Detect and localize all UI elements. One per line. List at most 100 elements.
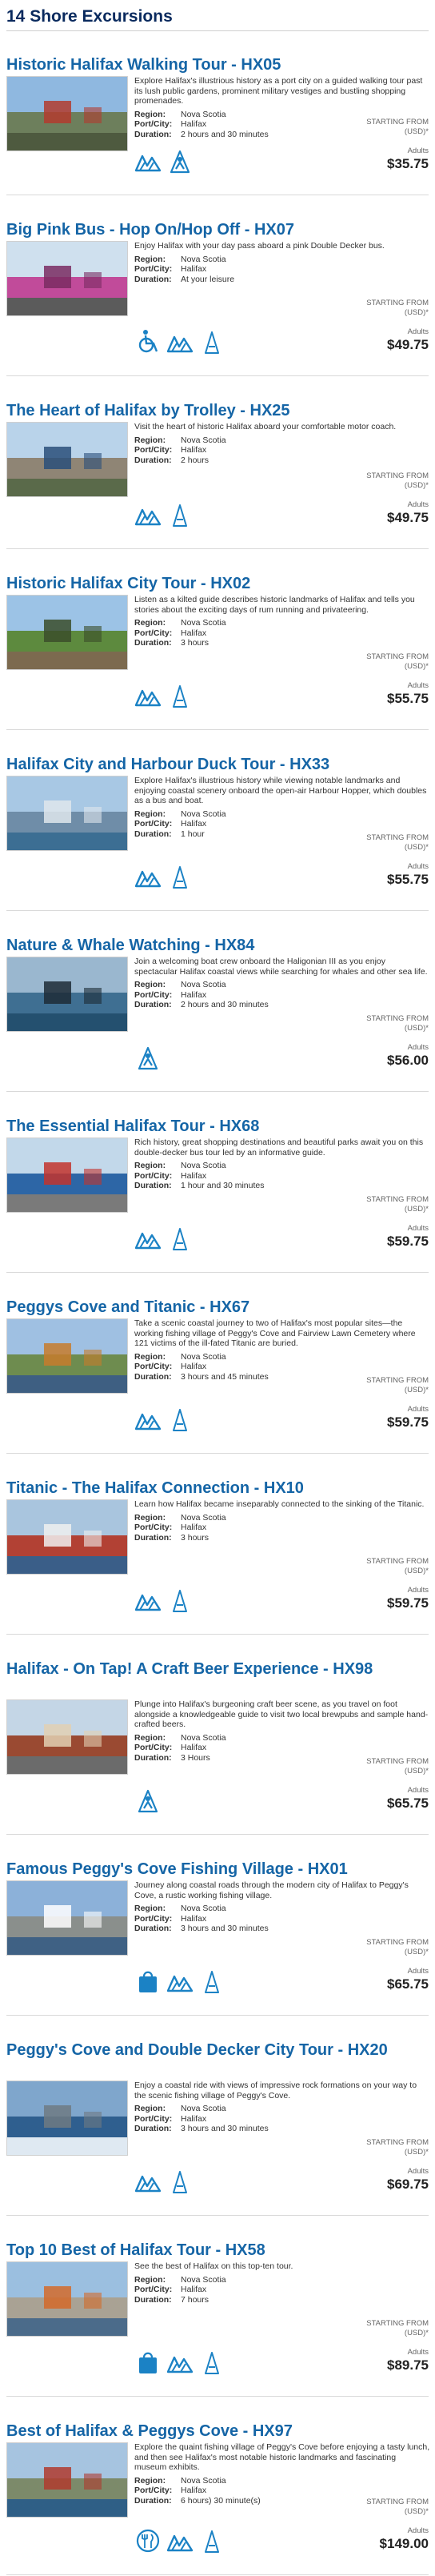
tour-title-link[interactable]: Peggy's Cove and Double Decker City Tour… xyxy=(6,2040,422,2060)
tour-title-link[interactable]: Halifax - On Tap! A Craft Beer Experienc… xyxy=(6,1659,422,1679)
tour-thumbnail[interactable] xyxy=(6,2261,128,2337)
meta-value-duration: 3 hours and 45 minutes xyxy=(181,1371,269,1382)
tour-card: Historic Halifax City Tour - HX02 Listen … xyxy=(0,550,435,731)
meta-row-duration: Duration: 2 hours xyxy=(134,455,430,466)
meta-label-duration: Duration: xyxy=(134,2495,172,2506)
meta-label-region: Region: xyxy=(134,1351,166,1362)
meta-value-region: Nova Scotia xyxy=(181,109,226,119)
meta-row-region: Region: Nova Scotia xyxy=(134,980,430,990)
currency-label: (USD)* xyxy=(404,1024,429,1033)
tour-title-link[interactable]: Famous Peggy's Cove Fishing Village - HX… xyxy=(6,1860,422,1879)
tour-title-link[interactable]: The Heart of Halifax by Trolley - HX25 xyxy=(6,401,422,420)
tour-body: Journey along coastal roads through the … xyxy=(6,1880,429,2012)
currency-label: (USD)* xyxy=(404,2507,429,2516)
adults-label: Adults xyxy=(407,1043,429,1052)
tour-info: Learn how Halifax became inseparably con… xyxy=(134,1499,430,1543)
tour-thumbnail[interactable] xyxy=(6,1880,128,1956)
tour-description: Explore the quaint fishing village of Pe… xyxy=(134,2442,430,2472)
meta-row-port: Port/City: Halifax xyxy=(134,1171,430,1182)
meta-value-duration: 3 hours xyxy=(181,638,210,648)
meta-row-port: Port/City: Halifax xyxy=(134,1362,430,1372)
tour-thumbnail[interactable] xyxy=(6,1699,128,1775)
shopping-bag-icon xyxy=(134,2349,162,2375)
tour-card: Top 10 Best of Halifax Tour - HX58 See th… xyxy=(0,2217,435,2397)
activity-icons xyxy=(134,2349,225,2375)
tour-thumbnail[interactable] xyxy=(6,422,128,497)
tour-body: Listen as a kilted guide describes histo… xyxy=(6,595,429,726)
starting-from-label: STARTING FROM xyxy=(366,1757,429,1766)
tour-info: Join a welcoming boat crew onboard the H… xyxy=(134,957,430,1010)
tour-title-link[interactable]: Titanic - The Halifax Connection - HX10 xyxy=(6,1479,422,1498)
activity-icons xyxy=(134,683,194,708)
activity-icons xyxy=(134,1406,194,1432)
currency-label: (USD)* xyxy=(404,1767,429,1776)
tour-info: Journey along coastal roads through the … xyxy=(134,1880,430,1934)
tour-title-link[interactable]: Peggys Cove and Titanic - HX67 xyxy=(6,1298,422,1317)
tour-title-link[interactable]: Big Pink Bus - Hop On/Hop Off - HX07 xyxy=(6,220,422,239)
currency-label: (USD)* xyxy=(404,1567,429,1575)
tour-title-link[interactable]: The Essential Halifax Tour - HX68 xyxy=(6,1117,422,1136)
activity-icons xyxy=(134,329,225,355)
meta-row-port: Port/City: Halifax xyxy=(134,2285,430,2295)
tour-title-link[interactable]: Best of Halifax & Peggys Cove - HX97 xyxy=(6,2422,422,2441)
meta-value-port: Halifax xyxy=(181,1743,207,1752)
meta-value-duration: 2 hours xyxy=(181,455,210,465)
meta-row-duration: Duration: 7 hours xyxy=(134,2295,430,2305)
price-amount: $55.75 xyxy=(387,872,429,887)
meta-label-region: Region: xyxy=(134,2274,166,2285)
meta-label-region: Region: xyxy=(134,1512,166,1523)
tour-info: Explore the quaint fishing village of Pe… xyxy=(134,2442,430,2506)
meta-value-region: Nova Scotia xyxy=(181,1161,226,1170)
meta-row-region: Region: Nova Scotia xyxy=(134,1733,430,1743)
tour-body: Explore Halifax's illustrious history as… xyxy=(6,76,429,191)
tour-thumbnail[interactable] xyxy=(6,1318,128,1394)
wheelchair-accessible-icon xyxy=(134,329,162,355)
tour-card: Famous Peggy's Cove Fishing Village - HX… xyxy=(0,1836,435,2016)
meta-value-port: Halifax xyxy=(181,264,207,274)
activity-icons xyxy=(134,1226,194,1251)
tour-title-link[interactable]: Halifax City and Harbour Duck Tour - HX3… xyxy=(6,755,422,774)
tour-title-link[interactable]: Historic Halifax Walking Tour - HX05 xyxy=(6,55,422,74)
meta-label-duration: Duration: xyxy=(134,129,172,139)
tour-info: Enjoy Halifax with your day pass aboard … xyxy=(134,241,430,284)
light-activity-icon xyxy=(166,502,194,528)
tour-description: See the best of Halifax on this top-ten … xyxy=(134,2261,293,2271)
meta-label-duration: Duration: xyxy=(134,455,172,465)
price-amount: $55.75 xyxy=(387,691,429,706)
meta-value-port: Halifax xyxy=(181,119,207,129)
tour-card: Nature & Whale Watching - HX84 Join a wel… xyxy=(0,912,435,1093)
meta-label-region: Region: xyxy=(134,618,166,628)
tour-description: Join a welcoming boat crew onboard the H… xyxy=(134,957,428,977)
meta-label-duration: Duration: xyxy=(134,829,172,839)
meta-label-region: Region: xyxy=(134,980,166,989)
activity-icons xyxy=(134,502,194,528)
meta-label-port: Port/City: xyxy=(134,2486,173,2495)
meta-row-port: Port/City: Halifax xyxy=(134,628,430,639)
price-block: STARTING FROM (USD)* Adults $65.75 xyxy=(334,1938,429,1992)
meta-row-duration: Duration: 3 hours xyxy=(134,638,430,648)
meta-label-duration: Duration: xyxy=(134,274,172,284)
tour-thumbnail[interactable] xyxy=(6,1138,128,1213)
adults-label: Adults xyxy=(407,146,429,155)
meta-label-port: Port/City: xyxy=(134,1743,173,1752)
price-amount: $59.75 xyxy=(387,1414,429,1430)
tour-title-link[interactable]: Top 10 Best of Halifax Tour - HX58 xyxy=(6,2241,422,2260)
tour-thumbnail[interactable] xyxy=(6,2442,128,2518)
tour-thumbnail[interactable] xyxy=(6,595,128,670)
tour-thumbnail[interactable] xyxy=(6,76,128,151)
tour-thumbnail[interactable] xyxy=(6,776,128,851)
meta-value-port: Halifax xyxy=(181,628,207,638)
adults-label: Adults xyxy=(407,862,429,871)
walking-activity-icon xyxy=(166,2528,194,2554)
tour-thumbnail[interactable] xyxy=(6,2080,128,2156)
starting-from-label: STARTING FROM xyxy=(366,2319,429,2328)
tour-thumbnail[interactable] xyxy=(6,957,128,1032)
meta-row-duration: Duration: 3 hours and 30 minutes xyxy=(134,2124,430,2134)
tour-title-link[interactable]: Nature & Whale Watching - HX84 xyxy=(6,936,422,955)
meta-row-duration: Duration: 1 hour and 30 minutes xyxy=(134,1181,430,1191)
meta-value-duration: 6 hours) 30 minute(s) xyxy=(181,2495,261,2506)
tour-card: The Heart of Halifax by Trolley - HX25 Vi… xyxy=(0,377,435,550)
tour-thumbnail[interactable] xyxy=(6,241,128,316)
tour-thumbnail[interactable] xyxy=(6,1499,128,1575)
tour-title-link[interactable]: Historic Halifax City Tour - HX02 xyxy=(6,574,422,593)
